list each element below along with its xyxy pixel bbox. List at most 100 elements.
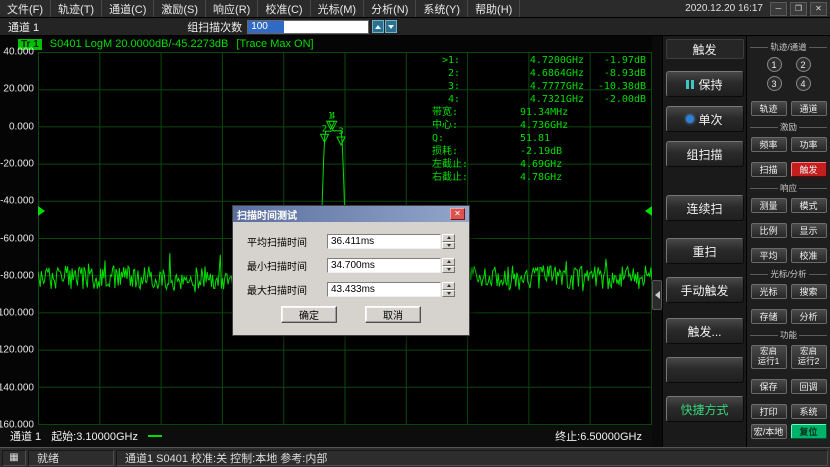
group-sweep-label: 组扫描	[686, 146, 722, 163]
dialog-close-button[interactable]: ✕	[450, 208, 465, 220]
marker-level: -8.93dB	[584, 67, 646, 80]
trigger-button[interactable]: 触发	[791, 162, 827, 177]
analysis-button[interactable]: 分析	[791, 309, 827, 324]
restore-button[interactable]: ❐	[790, 2, 807, 16]
macro-run2-button[interactable]: 宏启运行2	[791, 345, 827, 369]
channel-1-button[interactable]: 1	[767, 57, 782, 72]
stat-label: 损耗:	[432, 145, 498, 158]
sweep-count-value: 100	[248, 21, 284, 33]
spinner-down-button[interactable]	[442, 290, 455, 298]
menu-help[interactable]: 帮助(H)	[468, 0, 520, 17]
menu-response[interactable]: 响应(R)	[206, 0, 258, 17]
y-tick: -40.000	[0, 196, 34, 207]
spinner-down-button[interactable]	[442, 242, 455, 250]
hold-icon	[686, 80, 694, 89]
cancel-button[interactable]: 取消	[365, 306, 421, 323]
measure-button[interactable]: 测量	[751, 198, 787, 213]
spinner-up-button[interactable]	[442, 282, 455, 290]
stat-row: 损耗: -2.19dB	[432, 145, 646, 158]
preset-button[interactable]: 复位	[791, 424, 827, 439]
min-sweep-time-input[interactable]: 34.700ms	[327, 258, 441, 273]
status-grid-icon: ▦	[2, 450, 26, 466]
menu-channel[interactable]: 通道(C)	[102, 0, 154, 17]
svg-text:4: 4	[330, 111, 335, 121]
clock: 2020.12.20 16:17	[685, 3, 763, 14]
average-button[interactable]: 平均	[751, 248, 787, 263]
menu-file[interactable]: 文件(F)	[0, 0, 51, 17]
sweep-count-increment-button[interactable]	[372, 20, 384, 33]
channel-4-button[interactable]: 4	[796, 76, 811, 91]
up-arrow-icon	[447, 236, 451, 239]
marker-level: -1.97dB	[584, 54, 646, 67]
scale-button[interactable]: 比例	[751, 223, 787, 238]
search-button[interactable]: 搜索	[791, 284, 827, 299]
blank-softkey-button[interactable]	[666, 357, 744, 383]
system-button[interactable]: 系统	[791, 404, 827, 419]
resweep-button[interactable]: 重扫	[666, 238, 744, 264]
marker-level: -2.00dB	[584, 93, 646, 106]
stat-row: 中心: 4.736GHz	[432, 119, 646, 132]
soft-key-panel: 触发 保持 单次 组扫描 连续扫 重扫 手动触发 触发...	[662, 36, 746, 447]
spinner-down-button[interactable]	[442, 266, 455, 274]
memory-button[interactable]: 存储	[751, 309, 787, 324]
display-button[interactable]: 显示	[791, 223, 827, 238]
status-bar: ▦ 就绪 通道1 S0401 校准:关 控制:本地 参考:内部	[0, 447, 830, 467]
minimize-button[interactable]: ─	[770, 2, 787, 16]
softpanel-title-trigger[interactable]: 触发	[666, 39, 744, 59]
shortcut-button[interactable]: 快捷方式	[666, 396, 744, 422]
hard-key-panel: 轨迹/通道 1 2 3 4 轨迹 通道 激励 频率 功率 扫描 触发 响应	[746, 36, 830, 447]
group-sweep-button[interactable]: 组扫描	[666, 141, 744, 167]
menu-stimulus[interactable]: 激励(S)	[154, 0, 206, 17]
stat-value: 4.78GHz	[498, 171, 646, 184]
stat-row: Q: 51.81	[432, 132, 646, 145]
collapse-panel-button[interactable]	[652, 280, 662, 310]
down-arrow-icon	[388, 25, 394, 29]
avg-sweep-time-label: 平均扫描时间	[247, 234, 327, 249]
manual-trigger-label: 手动触发	[680, 282, 728, 299]
marker-button[interactable]: 光标	[751, 284, 787, 299]
menu-system[interactable]: 系统(Y)	[416, 0, 468, 17]
menu-analysis[interactable]: 分析(N)	[364, 0, 416, 17]
single-sweep-button[interactable]: 单次	[666, 106, 744, 132]
menu-marker[interactable]: 光标(M)	[311, 0, 365, 17]
manual-trigger-button[interactable]: 手动触发	[666, 277, 744, 303]
sweep-count-decrement-button[interactable]	[385, 20, 397, 33]
ok-button[interactable]: 确定	[281, 306, 337, 323]
stat-row: 左截止: 4.69GHz	[432, 158, 646, 171]
trace-button[interactable]: 轨迹	[751, 101, 787, 116]
menu-trace[interactable]: 轨迹(T)	[51, 0, 102, 17]
channel-3-button[interactable]: 3	[767, 76, 782, 91]
marker-row: >1: 4.7200GHz -1.97dB	[432, 54, 646, 67]
marker-level: -10.38dB	[584, 80, 646, 93]
power-button[interactable]: 功率	[791, 137, 827, 152]
save-button[interactable]: 保存	[751, 379, 787, 394]
mode-button[interactable]: 模式	[791, 198, 827, 213]
channel-button[interactable]: 通道	[791, 101, 827, 116]
y-tick: -140.000	[0, 382, 34, 393]
spinner-up-button[interactable]	[442, 234, 455, 242]
max-sweep-time-input[interactable]: 43.433ms	[327, 282, 441, 297]
marker-freq: 4.7200GHz	[460, 54, 584, 67]
recall-button[interactable]: 回调	[791, 379, 827, 394]
macro-local-button[interactable]: 宏/本地	[751, 424, 787, 439]
macro-run1-button[interactable]: 宏启运行1	[751, 345, 787, 369]
spinner-up-button[interactable]	[442, 258, 455, 266]
y-tick: 40.000	[3, 47, 34, 58]
frequency-button[interactable]: 频率	[751, 137, 787, 152]
dialog-titlebar[interactable]: 扫描时间测试 ✕	[233, 206, 469, 222]
channel-2-button[interactable]: 2	[796, 57, 811, 72]
hold-button[interactable]: 保持	[666, 71, 744, 97]
single-label: 单次	[698, 111, 722, 128]
continuous-sweep-button[interactable]: 连续扫	[666, 195, 744, 221]
trigger-more-button[interactable]: 触发...	[666, 318, 744, 344]
up-arrow-icon	[447, 260, 451, 263]
avg-sweep-time-input[interactable]: 36.411ms	[327, 234, 441, 249]
sweep-count-input[interactable]: 100	[247, 20, 369, 34]
close-button[interactable]: ✕	[810, 2, 827, 16]
sweep-button[interactable]: 扫描	[751, 162, 787, 177]
start-frequency: 起始:3.10000GHz	[51, 428, 138, 444]
print-button[interactable]: 打印	[751, 404, 787, 419]
menu-cal[interactable]: 校准(C)	[258, 0, 310, 17]
stat-label: 左截止:	[432, 158, 498, 171]
calibration-button[interactable]: 校准	[791, 248, 827, 263]
